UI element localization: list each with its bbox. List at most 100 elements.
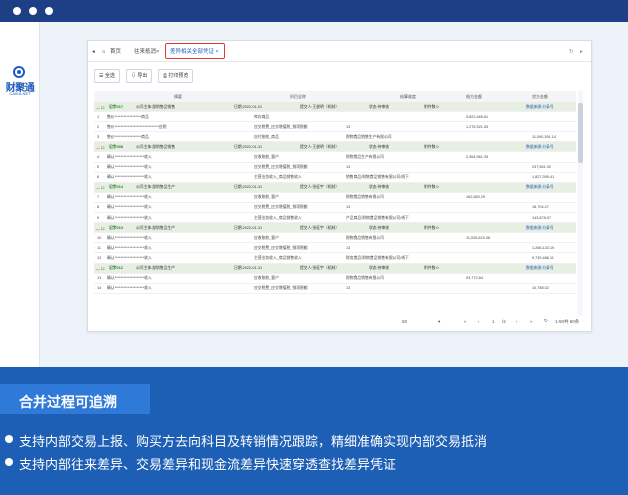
row-subject: 应收账款_客户	[254, 154, 279, 159]
row-subject: 主营业务收入_商品销售收入	[254, 215, 302, 220]
collapse-checkbox-icon[interactable]: — ☐	[96, 105, 104, 110]
row-dimension: 财务食品/财物食品销售有限公司/线下	[346, 255, 409, 260]
col-credit: 贷方金额	[532, 94, 548, 99]
tab-diff-vouchers[interactable]: 差异相关全部凭证 ×	[165, 43, 225, 59]
row-dimension: 财物食品销售有限公司	[346, 276, 384, 281]
row-subject: 应付账款_商品	[254, 134, 279, 139]
scrollbar-thumb[interactable]	[578, 103, 583, 163]
row-dimension: 财物食品销售有限公司	[346, 195, 384, 200]
page-number-input[interactable]: 1	[492, 319, 495, 324]
voucher-status: 状态:待审核	[369, 104, 390, 109]
voucher-source-link: 数据来源:分录号	[526, 185, 554, 190]
caption-bullet-2: 支持内部往来差异、交易差异和现金流差异快速穿透查找差异凭证	[19, 457, 397, 472]
row-credit: 143,878.97	[532, 215, 552, 220]
voucher-date: 日期:2022-01-31	[234, 225, 263, 230]
voucher-maker: 提交人:张征宇（机制）	[300, 266, 340, 270]
collapse-checkbox-icon[interactable]: — ☐	[96, 145, 104, 150]
row-dimension: 财物食品销售生产有限公司	[346, 134, 392, 139]
row-dimension: 13	[346, 245, 351, 250]
row-subject: 库存商品	[254, 114, 270, 119]
col-subject: 科目全称	[290, 94, 306, 99]
table-row[interactable]: 1 售价******************商品 库存商品 9,822,469.61	[94, 112, 576, 123]
table-row[interactable]: 6 确认********************收入 主营业务收入_商品销售收入 销售…	[94, 173, 576, 183]
voucher-title: 公司主体:部销售品销售	[136, 104, 176, 109]
table-row[interactable]: 2 售价******************************应税 应交税费_…	[94, 122, 576, 133]
voucher-code: 记字014	[109, 185, 123, 190]
row-dimension: 产品商品/财物食品销售有限公司/线下	[346, 215, 409, 220]
table-row[interactable]: 13 确认********************收入 应收账款_客户 财物食品销售有…	[94, 274, 576, 284]
voucher-title: 公司主体:部销售品生产	[136, 185, 176, 190]
collapse-checkbox-icon[interactable]: — ☐	[96, 185, 104, 190]
row-dimension: 财物食品生产有限公司	[346, 154, 384, 159]
prev-page-icon[interactable]: ‹	[478, 319, 480, 324]
row-number: 11	[97, 245, 101, 250]
home-icon[interactable]: ⌂	[102, 46, 105, 58]
table-row[interactable]: 14 确认********************收入 应交税费_应交增值税_销项税…	[94, 284, 576, 294]
collapse-checkbox-icon[interactable]: — ☐	[96, 266, 104, 271]
refresh-icon[interactable]: ↻	[569, 46, 574, 58]
table-row[interactable]: 12 确认********************收入 主营业务收入_商品销售收入 财…	[94, 253, 576, 264]
table-row[interactable]: 10 确认********************收入 应收账款_客户 财物食品销售有…	[94, 233, 576, 244]
window-title-bar	[0, 0, 628, 22]
table-row[interactable]: 8 确认********************收入 应交税费_应交增值税_销项税额…	[94, 203, 576, 214]
voucher-group-row[interactable]: — ☐ 记字013 公司主体:部销售品生产 日期:2022-01-31 提交人:张征宇（…	[94, 223, 576, 234]
select-all-button[interactable]: ☰ 全选	[94, 69, 120, 83]
row-summary: 确认********************收入	[107, 175, 152, 180]
collapse-checkbox-icon[interactable]: — ☐	[96, 226, 104, 231]
forward-icon[interactable]: ▸	[580, 46, 583, 58]
voucher-source-link: 数据来源:分录号	[526, 225, 554, 230]
voucher-status: 状态:待审核	[369, 266, 390, 270]
row-credit: 18,704.27	[532, 205, 549, 210]
tab-home[interactable]: 首页	[110, 46, 121, 58]
next-page-icon[interactable]: ›	[516, 319, 518, 324]
row-summary: 确认********************收入	[107, 195, 152, 200]
row-summary: 确认********************收入	[107, 255, 152, 260]
row-credit: 237,561.92	[532, 165, 552, 170]
row-credit: 1,266,133.19	[532, 245, 555, 250]
reload-icon[interactable]: ↻	[544, 318, 548, 324]
main-panel: ◂ ⌂ 首页 往来抵消 × 差异相关全部凭证 × ↻ ▸ ☰ 全选 ⇩ 导出 ⎙…	[87, 40, 592, 332]
col-summary: 摘要	[174, 94, 182, 99]
row-subject: 应交税费_应交增值税_销项税额	[254, 286, 308, 291]
page-size-select[interactable]: 50	[402, 319, 407, 324]
voucher-code: 记字008	[109, 144, 123, 149]
export-button[interactable]: ⇩ 导出	[126, 69, 153, 83]
row-number: 10	[97, 235, 102, 240]
row-summary: 确认********************收入	[107, 276, 152, 281]
voucher-date: 日期:2022-01-01	[234, 104, 263, 109]
row-credit: 11,090,391.14	[532, 134, 556, 139]
print-preview-button[interactable]: ⎙ 打印预览	[158, 69, 194, 83]
row-debit: 93,772.84	[466, 276, 483, 281]
row-subject: 主营业务收入_商品销售收入	[254, 175, 302, 180]
table-row[interactable]: 3 售价******************商品 应付账款_商品 财物食品销售生产有限…	[94, 132, 576, 143]
voucher-group-row[interactable]: — ☐ 记字017 公司主体:部销售品销售 日期:2022-01-01 提交人:王俊明（…	[94, 102, 576, 113]
table-row[interactable]: 5 确认********************收入 应交税费_应交增值税_销项税额…	[94, 163, 576, 173]
first-page-icon[interactable]: «	[464, 319, 467, 324]
voucher-maker: 提交人:张征宇（机制）	[300, 185, 340, 190]
voucher-group-row[interactable]: — ☐ 记字012 公司主体:部销售品生产 日期:2022-01-31 提交人:张征宇（…	[94, 263, 576, 274]
row-summary: 确认********************收入	[107, 154, 152, 159]
print-preview-label: 打印预览	[168, 73, 189, 79]
voucher-attachments: 附件数:0	[424, 104, 439, 109]
caption-title: 合并过程可追溯	[19, 394, 117, 410]
caption-bullet-1: 支持内部交易上报、购买方去向科目及转销情况跟踪，精细准确实现内部交易抵消	[19, 434, 488, 449]
table-row[interactable]: 4 确认********************收入 应收账款_客户 财物食品生产有限…	[94, 152, 576, 163]
bullet-dot-1	[5, 435, 13, 443]
voucher-group-row[interactable]: — ☐ 记字008 公司主体:部销售品销售 日期:2022-01-31 提交人:王俊明（…	[94, 142, 576, 153]
row-number: 4	[97, 154, 100, 159]
table-row[interactable]: 9 确认********************收入 主营业务收入_商品销售收入 产品…	[94, 213, 576, 224]
record-count: 1-50共 60条	[555, 319, 580, 324]
voucher-attachments: 附件数:0	[424, 266, 439, 270]
voucher-group-row[interactable]: — ☐ 记字014 公司主体:部销售品生产 日期:2022-01-31 提交人:张征宇（…	[94, 182, 576, 193]
row-debit: 1,276,921.53	[466, 124, 489, 129]
table-row[interactable]: 7 确认********************收入 应收账款_客户 财物食品销售有限…	[94, 193, 576, 203]
row-subject: 应收账款_客户	[254, 235, 279, 240]
last-page-icon[interactable]: »	[530, 319, 533, 324]
tab-back-icon[interactable]: ◂	[92, 46, 95, 58]
voucher-date: 日期:2022-01-31	[234, 266, 263, 270]
page-size-chevron-icon[interactable]: ▾	[438, 319, 440, 325]
tab-offset[interactable]: 往来抵消	[134, 46, 156, 58]
tab-close-icon[interactable]: ×	[156, 46, 159, 58]
tab-close-icon[interactable]: ×	[216, 49, 219, 55]
table-row[interactable]: 11 确认********************收入 应交税费_应交增值税_销项税…	[94, 243, 576, 254]
